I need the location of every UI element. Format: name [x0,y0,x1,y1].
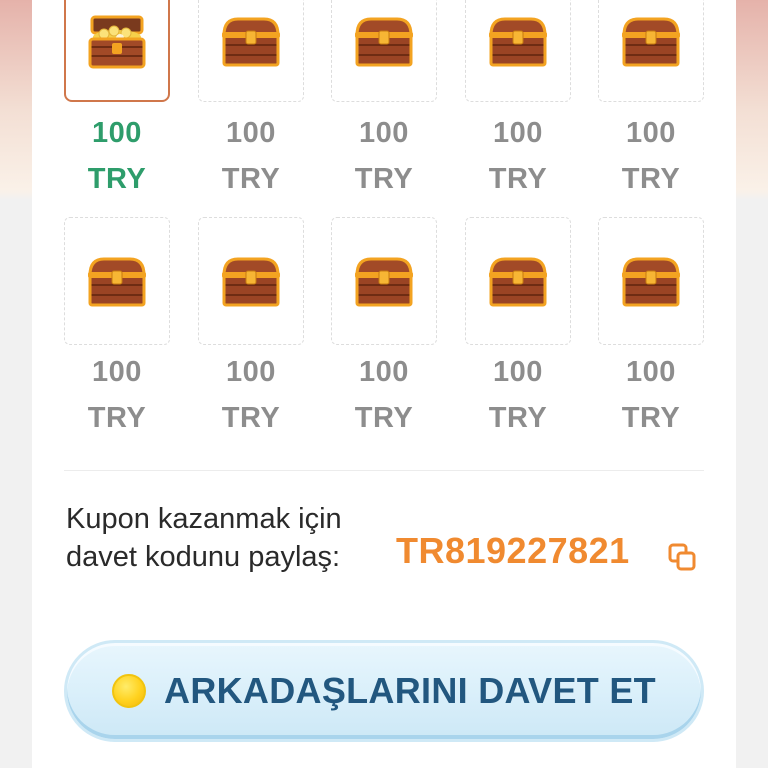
section-divider [64,470,704,471]
chest-tile-selected[interactable] [64,0,170,102]
chest-currency: TRY [354,163,414,195]
chest-currency: TRY [354,402,414,434]
treasure-chest-icon [622,257,680,307]
chest-amount: 100 [626,117,676,149]
chest-amount: 100 [359,117,409,149]
chest-currency: TRY [488,163,548,195]
invite-code[interactable]: TR819227821 [396,530,630,572]
chest-item[interactable]: 100 TRY [465,217,571,441]
chest-item[interactable]: 100 TRY [198,0,304,202]
treasure-chest-icon [88,257,146,307]
chest-amount: 100 [626,356,676,388]
treasure-chest-icon [355,257,413,307]
chest-currency: TRY [87,163,147,195]
chest-item[interactable]: 100 TRY [598,0,704,202]
chest-tile[interactable] [331,0,437,102]
chest-amount: 100 [92,117,142,149]
chest-amount: 100 [493,356,543,388]
chest-amount: 100 [226,356,276,388]
chest-currency: TRY [488,402,548,434]
treasure-chest-icon [489,257,547,307]
chest-tile[interactable] [465,0,571,102]
chest-item[interactable]: 100 TRY [64,217,170,441]
chest-tile[interactable] [598,0,704,102]
chest-amount: 100 [226,117,276,149]
chest-amount: 100 [493,117,543,149]
chest-tile[interactable] [198,217,304,345]
chest-row-1: 100 TRY 100 TRY 100 TRY 100 TRY 100 TRY [64,0,704,195]
chest-item[interactable]: 100 TRY [331,217,437,441]
treasure-chest-icon [222,257,280,307]
open-treasure-chest-icon [88,15,146,69]
chest-currency: TRY [621,163,681,195]
copy-icon[interactable] [666,541,698,573]
chest-item[interactable]: 100 TRY [465,0,571,202]
invite-button-label: ARKADAŞLARINI DAVET ET [164,670,656,711]
chest-row-2: 100 TRY 100 TRY 100 TRY 100 TRY 100 TRY [64,217,704,434]
chest-item[interactable]: 100 TRY [64,0,170,202]
chest-tile[interactable] [198,0,304,102]
coin-icon [112,674,147,708]
invite-friends-button[interactable]: ARKADAŞLARINI DAVET ET [64,640,704,742]
chest-currency: TRY [221,163,281,195]
chest-amount: 100 [359,356,409,388]
treasure-chest-icon [355,17,413,67]
chest-currency: TRY [621,402,681,434]
chest-tile[interactable] [465,217,571,345]
chest-tile[interactable] [64,217,170,345]
treasure-chest-icon [489,17,547,67]
chest-tile[interactable] [331,217,437,345]
chest-currency: TRY [87,402,147,434]
treasure-chest-icon [622,17,680,67]
chest-tile[interactable] [598,217,704,345]
chest-amount: 100 [92,356,142,388]
chest-item[interactable]: 100 TRY [331,0,437,202]
chest-currency: TRY [221,402,281,434]
treasure-chest-icon [222,17,280,67]
chest-item[interactable]: 100 TRY [198,217,304,441]
invite-share-text: Kupon kazanmak için davet kodunu paylaş: [66,503,342,573]
chest-item[interactable]: 100 TRY [598,217,704,441]
